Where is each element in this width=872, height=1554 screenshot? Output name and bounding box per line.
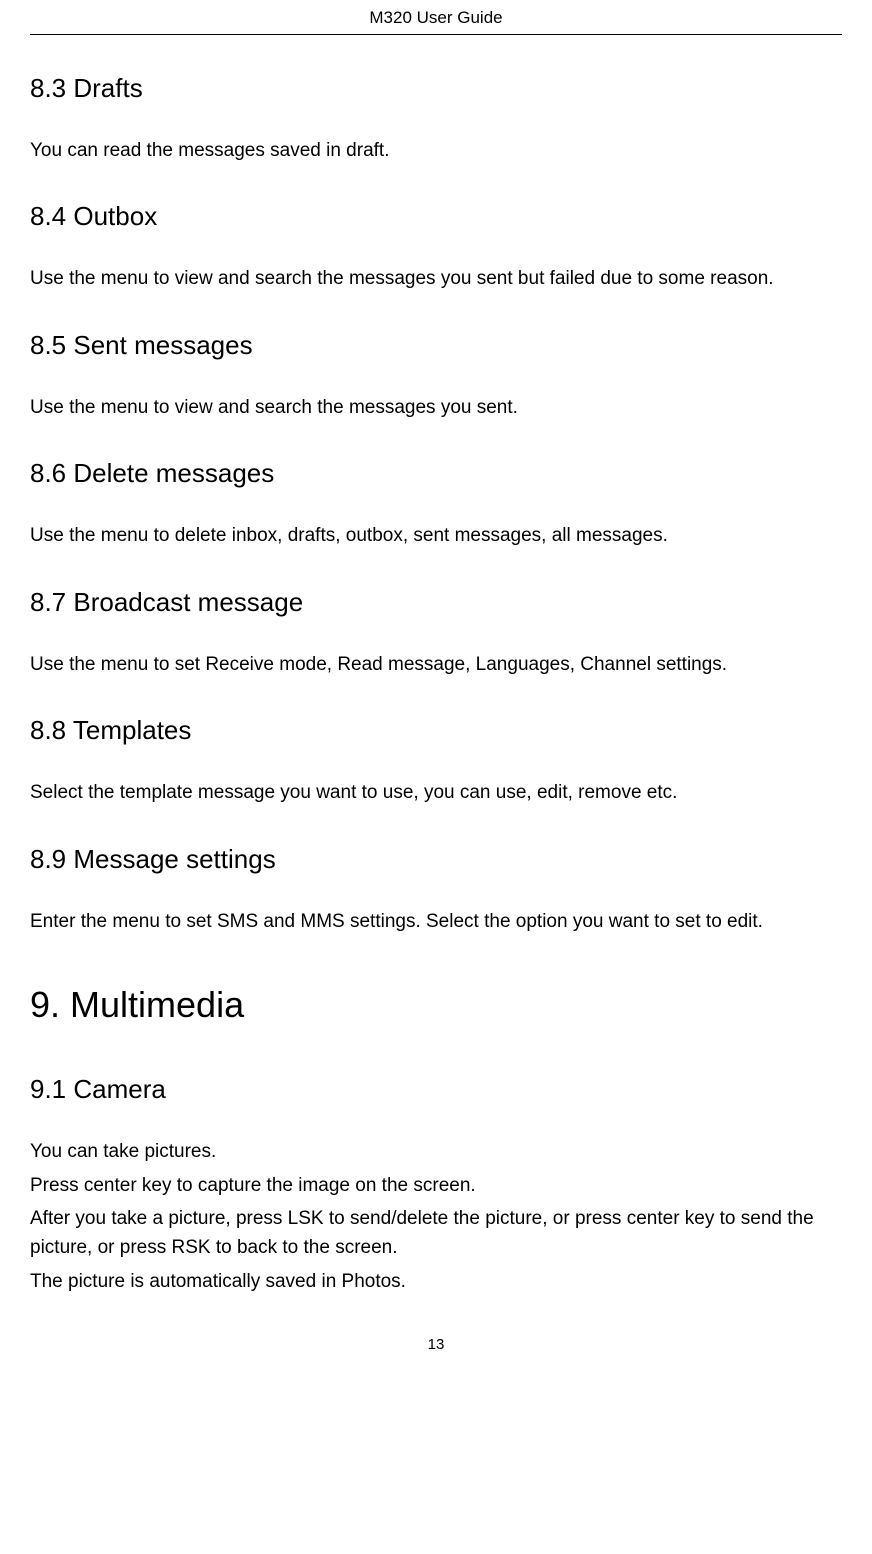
body-9-1-line2: Press center key to capture the image on… xyxy=(30,1171,842,1200)
body-9-1-line4: The picture is automatically saved in Ph… xyxy=(30,1267,842,1296)
body-9-1-line1: You can take pictures. xyxy=(30,1137,842,1166)
heading-chapter-9: 9. Multimedia xyxy=(30,984,842,1026)
body-8-8: Select the template message you want to … xyxy=(30,778,842,807)
heading-8-9: 8.9 Message settings xyxy=(30,844,842,875)
page-header: M320 User Guide xyxy=(30,0,842,35)
heading-8-6: 8.6 Delete messages xyxy=(30,458,842,489)
heading-8-3: 8.3 Drafts xyxy=(30,73,842,104)
heading-9-1: 9.1 Camera xyxy=(30,1074,842,1105)
body-8-6: Use the menu to delete inbox, drafts, ou… xyxy=(30,521,842,550)
heading-8-7: 8.7 Broadcast message xyxy=(30,587,842,618)
header-title: M320 User Guide xyxy=(369,8,502,27)
body-8-5: Use the menu to view and search the mess… xyxy=(30,393,842,422)
body-9-1-line3: After you take a picture, press LSK to s… xyxy=(30,1204,842,1263)
heading-8-4: 8.4 Outbox xyxy=(30,201,842,232)
heading-8-5: 8.5 Sent messages xyxy=(30,330,842,361)
page-number: 13 xyxy=(30,1336,842,1353)
document-page: M320 User Guide 8.3 Drafts You can read … xyxy=(0,0,872,1393)
body-8-3: You can read the messages saved in draft… xyxy=(30,136,842,165)
body-8-9: Enter the menu to set SMS and MMS settin… xyxy=(30,907,842,936)
body-8-7: Use the menu to set Receive mode, Read m… xyxy=(30,650,842,679)
heading-8-8: 8.8 Templates xyxy=(30,715,842,746)
body-8-4: Use the menu to view and search the mess… xyxy=(30,264,842,293)
